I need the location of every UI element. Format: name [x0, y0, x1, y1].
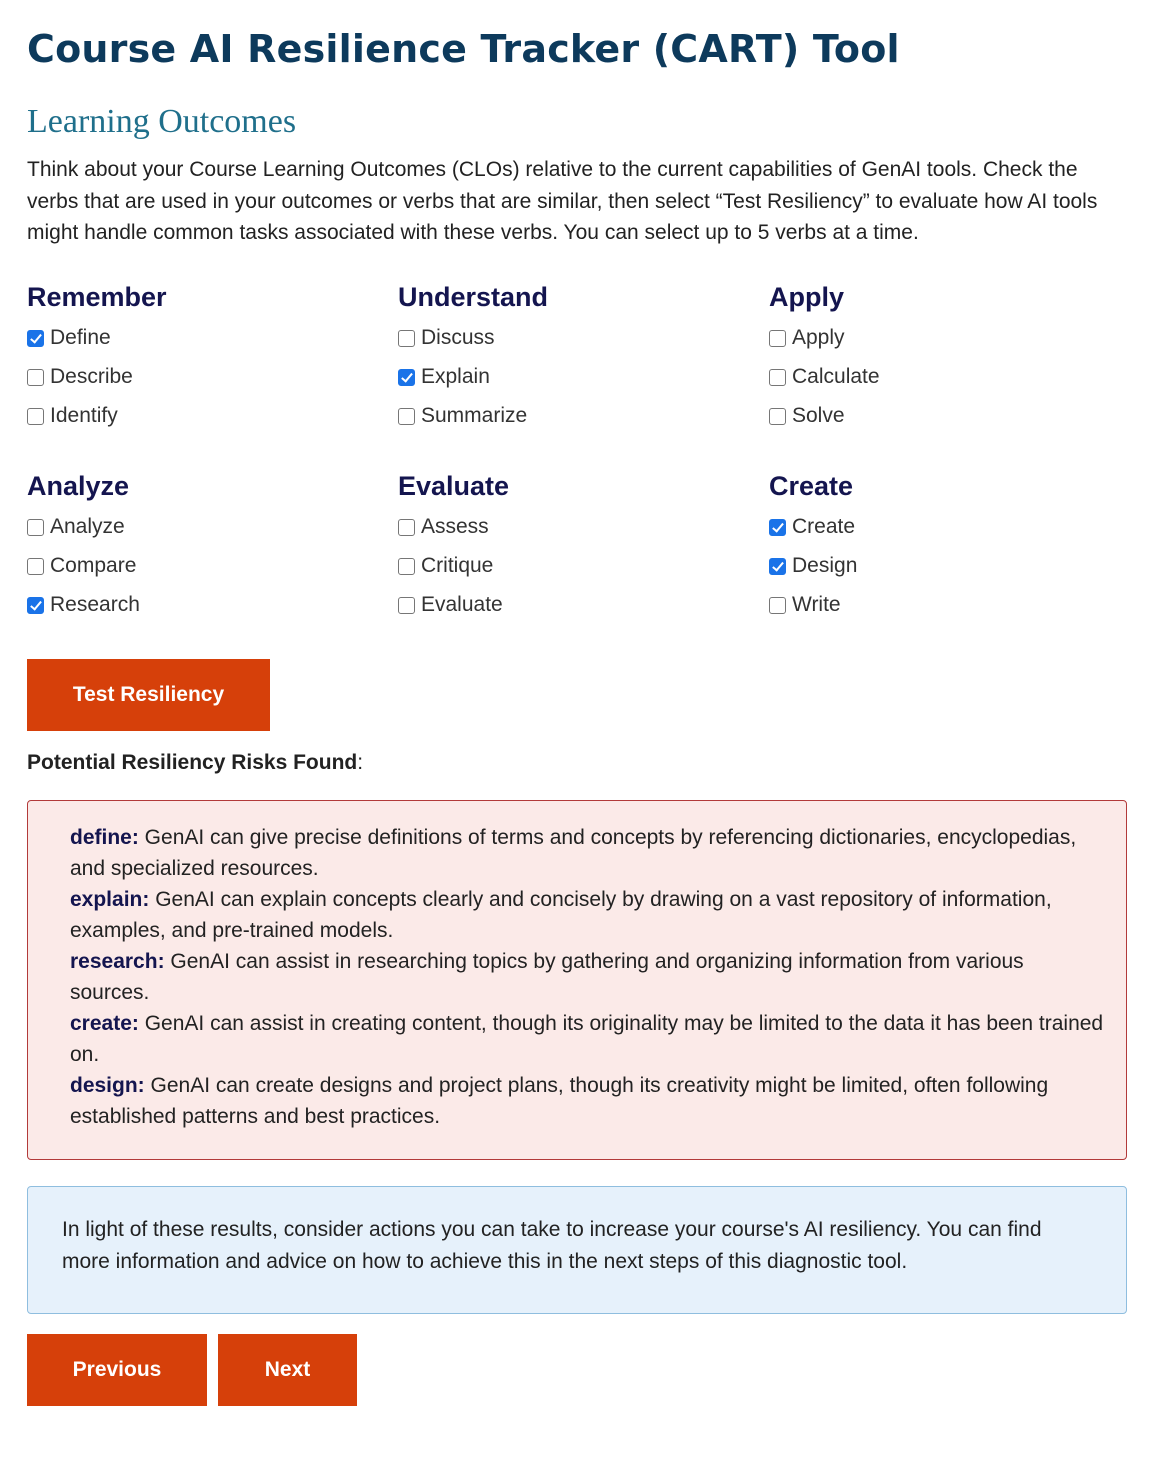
- verb-label: Explain: [421, 365, 490, 388]
- verb-group-evaluate: Evaluate Assess Critique Evaluate: [398, 470, 769, 625]
- verb-label: Create: [792, 515, 856, 538]
- verb-checkbox-identify[interactable]: Identify: [27, 397, 398, 436]
- checkbox[interactable]: [398, 368, 415, 386]
- risk-text: GenAI can create designs and project pla…: [70, 1073, 1049, 1128]
- verb-checkbox-design[interactable]: Design: [769, 547, 1126, 586]
- verb-checkbox-discuss[interactable]: Discuss: [398, 319, 769, 358]
- risk-item-define: define: GenAI can give precise definitio…: [70, 822, 1106, 884]
- risks-heading: Potential Resiliency Risks Found:: [27, 748, 1126, 778]
- risk-item-design: design: GenAI can create designs and pro…: [70, 1070, 1106, 1132]
- checkbox[interactable]: [398, 557, 415, 575]
- verb-group-apply: Apply Apply Calculate Solve: [769, 281, 1126, 436]
- checkbox[interactable]: [769, 596, 786, 614]
- verb-label: Assess: [421, 515, 489, 538]
- navigation-buttons: Previous Next: [27, 1333, 1126, 1406]
- risk-text: GenAI can assist in researching topics b…: [70, 949, 1024, 1004]
- verb-label: Solve: [792, 404, 845, 427]
- verb-checkbox-compare[interactable]: Compare: [27, 547, 398, 586]
- verb-label: Describe: [50, 365, 133, 388]
- verb-group-analyze: Analyze Analyze Compare Research: [27, 470, 398, 625]
- checkbox[interactable]: [398, 518, 415, 536]
- verb-checkbox-critique[interactable]: Critique: [398, 547, 769, 586]
- verb-label: Research: [50, 593, 140, 616]
- verb-checkbox-solve[interactable]: Solve: [769, 397, 1126, 436]
- risks-alert: define: GenAI can give precise definitio…: [27, 799, 1127, 1160]
- checkbox[interactable]: [27, 329, 44, 347]
- verb-checkbox-write[interactable]: Write: [769, 586, 1126, 625]
- risks-heading-label: Potential Resiliency Risks Found: [27, 750, 358, 774]
- verb-label: Calculate: [792, 365, 880, 388]
- next-button[interactable]: Next: [218, 1333, 357, 1406]
- risk-verb: research:: [70, 949, 165, 973]
- risk-verb: define:: [70, 825, 139, 849]
- checkbox[interactable]: [27, 596, 44, 614]
- verb-group-understand: Understand Discuss Explain Summarize: [398, 281, 769, 436]
- checkbox[interactable]: [27, 518, 44, 536]
- section-title: Learning Outcomes: [27, 103, 297, 140]
- verb-label: Write: [792, 593, 841, 616]
- info-text: In light of these results, consider acti…: [62, 1217, 1042, 1273]
- checkbox[interactable]: [398, 329, 415, 347]
- verb-checkbox-summarize[interactable]: Summarize: [398, 397, 769, 436]
- verb-label: Analyze: [50, 515, 125, 538]
- risk-item-research: research: GenAI can assist in researchin…: [70, 946, 1106, 1008]
- risk-item-explain: explain: GenAI can explain concepts clea…: [70, 884, 1106, 946]
- verb-label: Design: [792, 554, 858, 577]
- verb-group-title: Analyze: [27, 470, 130, 501]
- risks-heading-colon: :: [357, 750, 364, 774]
- verb-checkbox-evaluate[interactable]: Evaluate: [398, 586, 769, 625]
- verb-checkbox-define[interactable]: Define: [27, 319, 398, 358]
- verb-checkbox-create[interactable]: Create: [769, 508, 1126, 547]
- risk-verb: design:: [70, 1073, 145, 1097]
- verb-group-title: Remember: [27, 281, 167, 312]
- risk-item-create: create: GenAI can assist in creating con…: [70, 1008, 1106, 1070]
- verb-checkbox-calculate[interactable]: Calculate: [769, 358, 1126, 397]
- cart-page: Course AI Resilience Tracker (CART) Tool…: [0, 0, 1153, 1406]
- test-resiliency-button[interactable]: Test Resiliency: [27, 658, 270, 731]
- risk-text: GenAI can assist in creating content, th…: [70, 1011, 1104, 1066]
- verb-checkbox-research[interactable]: Research: [27, 586, 398, 625]
- checkbox[interactable]: [769, 557, 786, 575]
- verb-label: Critique: [421, 554, 494, 577]
- checkbox[interactable]: [27, 368, 44, 386]
- intro-text: Think about your Course Learning Outcome…: [27, 158, 1098, 244]
- checkbox[interactable]: [398, 596, 415, 614]
- verb-label: Discuss: [421, 326, 495, 349]
- verb-label: Identify: [50, 404, 118, 427]
- previous-button[interactable]: Previous: [27, 1333, 207, 1406]
- risk-verb: create:: [70, 1011, 139, 1035]
- verb-label: Define: [50, 326, 111, 349]
- verb-checkbox-assess[interactable]: Assess: [398, 508, 769, 547]
- checkbox[interactable]: [27, 557, 44, 575]
- verb-checkbox-apply[interactable]: Apply: [769, 319, 1126, 358]
- verb-group-title: Understand: [398, 281, 549, 312]
- checkbox[interactable]: [769, 329, 786, 347]
- verb-group-title: Create: [769, 470, 854, 501]
- risk-verb: explain:: [70, 887, 150, 911]
- checkbox[interactable]: [769, 518, 786, 536]
- verb-group-create: Create Create Design Write: [769, 470, 1126, 625]
- checkbox[interactable]: [769, 368, 786, 386]
- verb-checkbox-describe[interactable]: Describe: [27, 358, 398, 397]
- checkbox[interactable]: [769, 407, 786, 425]
- risk-text: GenAI can explain concepts clearly and c…: [70, 887, 1052, 942]
- risk-text: GenAI can give precise definitions of te…: [70, 825, 1077, 880]
- verb-checkbox-analyze[interactable]: Analyze: [27, 508, 398, 547]
- verb-grid: Remember Define Describe Identify Unders…: [27, 281, 1126, 625]
- verb-group-remember: Remember Define Describe Identify: [27, 281, 398, 436]
- checkbox[interactable]: [27, 407, 44, 425]
- info-panel: In light of these results, consider acti…: [27, 1185, 1127, 1314]
- verb-group-title: Apply: [769, 281, 845, 312]
- verb-label: Apply: [792, 326, 845, 349]
- verb-checkbox-explain[interactable]: Explain: [398, 358, 769, 397]
- verb-label: Compare: [50, 554, 137, 577]
- verb-label: Summarize: [421, 404, 528, 427]
- verb-group-title: Evaluate: [398, 470, 510, 501]
- page-title: Course AI Resilience Tracker (CART) Tool: [27, 27, 900, 71]
- checkbox[interactable]: [398, 407, 415, 425]
- verb-label: Evaluate: [421, 593, 503, 616]
